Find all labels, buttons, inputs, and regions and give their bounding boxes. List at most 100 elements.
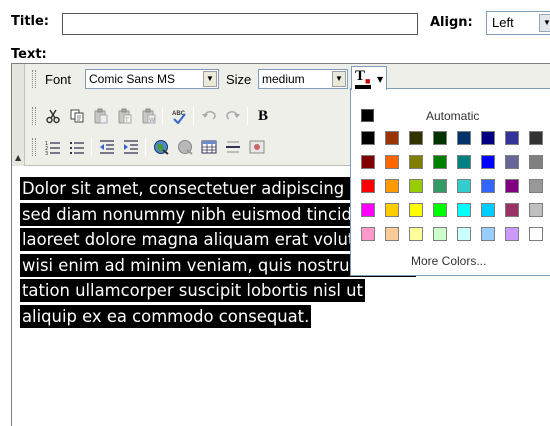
insert-link-button[interactable] <box>150 137 172 157</box>
color-swatch[interactable] <box>529 227 543 241</box>
svg-text:T: T <box>124 117 129 124</box>
color-swatch[interactable] <box>481 155 495 169</box>
text-label: Text: <box>11 47 47 62</box>
image-icon <box>249 140 265 154</box>
color-swatch[interactable] <box>505 203 519 217</box>
color-swatch[interactable] <box>457 131 471 145</box>
chevron-down-icon[interactable]: ▼ <box>203 71 217 87</box>
undo-button[interactable] <box>198 106 220 126</box>
content-line: aliquip ex ea commodo consequat. <box>20 304 312 328</box>
color-swatch[interactable] <box>409 179 423 193</box>
color-swatch[interactable] <box>385 131 399 145</box>
size-label: Size <box>226 72 252 87</box>
color-swatch[interactable] <box>481 203 495 217</box>
color-swatch[interactable] <box>505 179 519 193</box>
insert-table-button[interactable] <box>198 137 220 157</box>
color-swatch[interactable] <box>529 203 543 217</box>
paste-word-button[interactable]: W <box>138 106 160 126</box>
color-swatch[interactable] <box>385 155 399 169</box>
scissors-icon <box>46 109 60 124</box>
paste-word-icon: W <box>142 108 156 124</box>
color-swatch[interactable] <box>433 227 447 241</box>
indent-icon <box>124 140 138 154</box>
more-colors-link[interactable]: More Colors... <box>411 254 486 268</box>
color-swatch[interactable] <box>361 155 375 169</box>
svg-text:W: W <box>149 117 155 124</box>
color-swatch[interactable] <box>505 227 519 241</box>
content-line: tation ullamcorper suscipit lobortis nis… <box>20 279 365 303</box>
copy-icon <box>70 109 84 123</box>
numbered-list-button[interactable]: 123 <box>42 137 64 157</box>
chevron-down-icon: ▼ <box>377 75 384 84</box>
toolbar-collapse-handle[interactable]: ▲ <box>12 64 25 166</box>
align-label: Align: <box>430 15 473 30</box>
toolbar-separator <box>91 138 92 156</box>
paste-text-icon: T <box>118 108 132 124</box>
color-swatch[interactable] <box>481 131 495 145</box>
globe-link-icon <box>154 140 169 155</box>
paste-button[interactable] <box>90 106 112 126</box>
chevron-down-icon[interactable]: ▼ <box>539 14 550 32</box>
color-swatch[interactable] <box>409 203 423 217</box>
color-swatch[interactable] <box>481 227 495 241</box>
color-swatch[interactable] <box>361 203 375 217</box>
outdent-button[interactable] <box>96 137 118 157</box>
color-swatch[interactable] <box>409 227 423 241</box>
indent-button[interactable] <box>120 137 142 157</box>
chevron-down-icon[interactable]: ▼ <box>332 71 346 87</box>
color-swatch[interactable] <box>529 179 543 193</box>
title-input[interactable] <box>62 13 418 35</box>
table-icon <box>201 140 217 154</box>
toolbar-separator <box>247 107 248 125</box>
color-swatch[interactable] <box>481 179 495 193</box>
color-swatch[interactable] <box>457 155 471 169</box>
font-select[interactable]: Comic Sans MS ▼ <box>85 69 219 89</box>
color-swatch[interactable] <box>457 203 471 217</box>
toolbar-grip[interactable] <box>32 138 36 156</box>
color-swatch[interactable] <box>505 131 519 145</box>
color-swatch[interactable] <box>433 155 447 169</box>
color-swatch[interactable] <box>361 131 375 145</box>
size-select[interactable]: medium ▼ <box>258 69 348 89</box>
toolbar-grip[interactable] <box>32 70 36 88</box>
bold-button[interactable]: B <box>252 106 274 126</box>
automatic-color-option[interactable]: Automatic <box>361 107 550 127</box>
font-select-value: Comic Sans MS <box>89 72 176 86</box>
undo-icon <box>202 111 216 120</box>
horizontal-rule-icon <box>226 141 240 153</box>
color-swatch[interactable] <box>385 227 399 241</box>
color-swatch[interactable] <box>409 155 423 169</box>
color-swatch[interactable] <box>505 155 519 169</box>
redo-button[interactable] <box>222 106 244 126</box>
color-swatch[interactable] <box>433 131 447 145</box>
copy-button[interactable] <box>66 106 88 126</box>
spellcheck-button[interactable]: ABC <box>168 106 190 126</box>
font-color-button[interactable]: T■ ▼ <box>351 66 387 90</box>
color-swatch[interactable] <box>385 203 399 217</box>
align-select[interactable]: Left ▼ <box>486 11 550 35</box>
numbered-list-icon: 123 <box>45 141 60 155</box>
unlink-icon <box>178 140 193 155</box>
color-swatch[interactable] <box>433 179 447 193</box>
svg-text:3: 3 <box>45 151 48 155</box>
paste-text-button[interactable]: T <box>114 106 136 126</box>
color-swatch[interactable] <box>409 131 423 145</box>
cut-button[interactable] <box>42 106 64 126</box>
toolbar-grip[interactable] <box>32 107 36 125</box>
automatic-color-label: Automatic <box>426 109 480 123</box>
color-swatch[interactable] <box>361 227 375 241</box>
color-swatch[interactable] <box>457 179 471 193</box>
clipboard-icon <box>94 108 108 124</box>
remove-link-button[interactable] <box>174 137 196 157</box>
color-swatch[interactable] <box>433 203 447 217</box>
bullet-list-icon <box>70 142 84 154</box>
color-swatch[interactable] <box>457 227 471 241</box>
insert-image-button[interactable] <box>246 137 268 157</box>
horizontal-rule-button[interactable] <box>222 137 244 157</box>
color-swatch[interactable] <box>529 155 543 169</box>
color-swatch[interactable] <box>361 179 375 193</box>
bullet-list-button[interactable] <box>66 137 88 157</box>
title-label: Title: <box>11 14 50 29</box>
color-swatch[interactable] <box>529 131 543 145</box>
color-swatch[interactable] <box>385 179 399 193</box>
